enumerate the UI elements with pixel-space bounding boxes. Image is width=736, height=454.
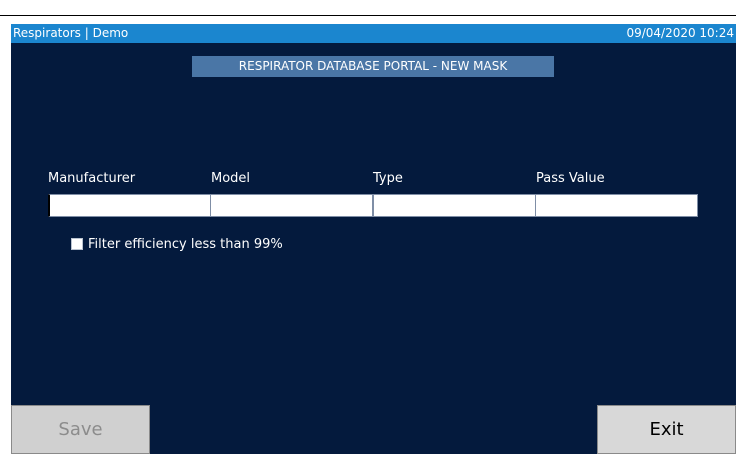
- pass-value-input[interactable]: [535, 194, 698, 217]
- page-title: RESPIRATOR DATABASE PORTAL - NEW MASK: [192, 56, 554, 77]
- type-label: Type: [373, 171, 403, 186]
- pass-value-label: Pass Value: [536, 171, 605, 186]
- exit-button[interactable]: Exit: [597, 405, 736, 454]
- app-screen: Respirators | Demo 09/04/2020 10:24 RESP…: [11, 24, 736, 454]
- filter-efficiency-option[interactable]: Filter efficiency less than 99%: [71, 236, 283, 252]
- type-input[interactable]: [373, 194, 536, 217]
- app-title: Respirators | Demo: [13, 26, 129, 40]
- manufacturer-input[interactable]: [48, 194, 211, 217]
- filter-efficiency-checkbox[interactable]: [71, 238, 83, 250]
- title-bar: Respirators | Demo 09/04/2020 10:24: [11, 24, 736, 43]
- manufacturer-label: Manufacturer: [48, 171, 136, 186]
- save-button[interactable]: Save: [11, 405, 150, 454]
- model-input[interactable]: [210, 194, 373, 217]
- top-divider: [0, 15, 736, 16]
- datetime-display: 09/04/2020 10:24: [626, 26, 734, 40]
- filter-efficiency-label: Filter efficiency less than 99%: [88, 236, 283, 252]
- model-label: Model: [211, 171, 251, 186]
